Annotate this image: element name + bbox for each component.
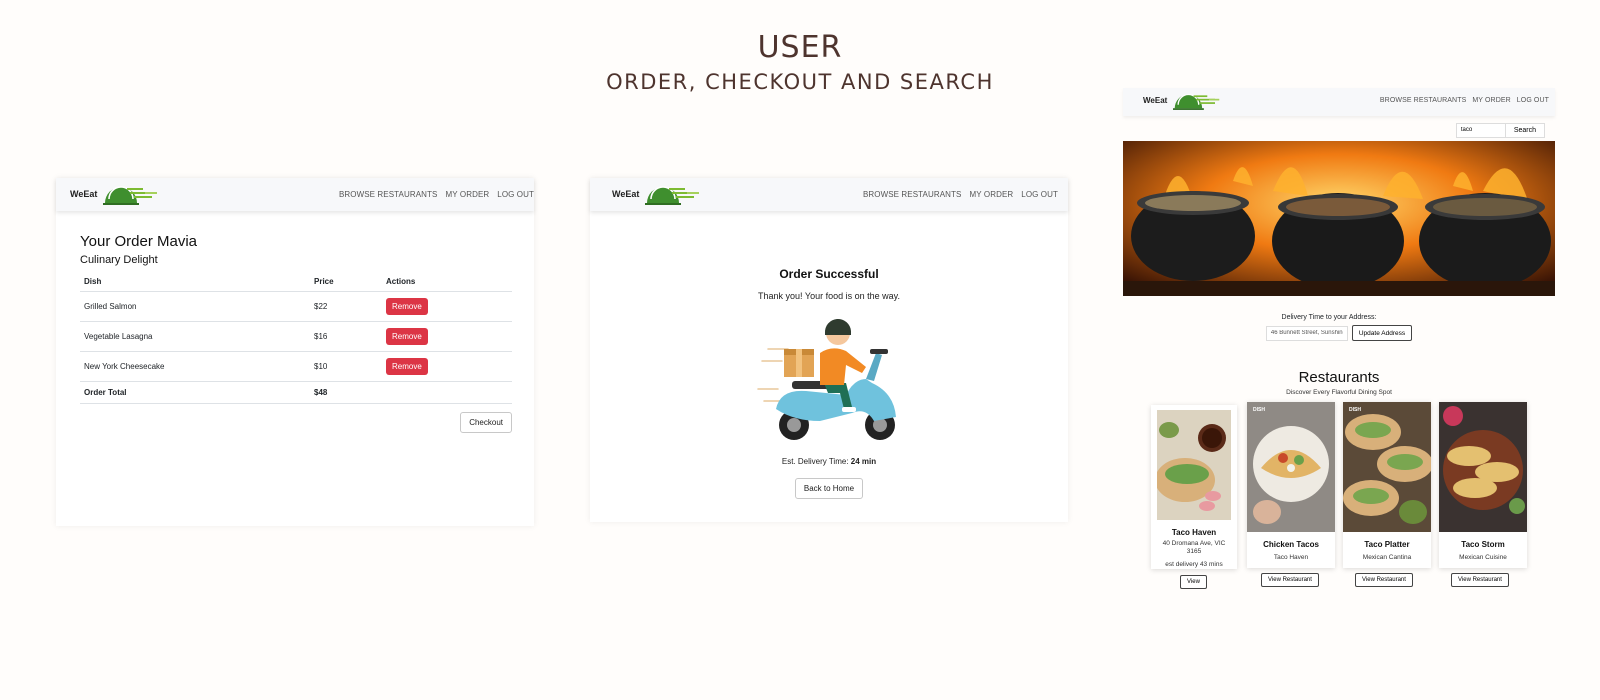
dish-tag: DISH: [1349, 407, 1361, 413]
dish-name: Vegetable Lasagna: [80, 321, 310, 352]
search-input[interactable]: [1455, 122, 1506, 138]
nav-log-out[interactable]: LOG OUT: [1021, 190, 1058, 199]
restaurant-results: Taco Haven 40 Dromana Ave, VIC 3165 est …: [1123, 402, 1555, 602]
restaurant-card[interactable]: Taco Storm Mexican Cuisine: [1439, 402, 1527, 568]
col-actions: Actions: [382, 272, 512, 292]
success-title: Order Successful: [779, 267, 879, 281]
nav-links: BROWSE RESTAURANTS MY ORDER LOG OUT: [1380, 97, 1549, 104]
delivery-scooter-illustration: [754, 309, 904, 447]
card-restaurant: Mexican Cantina: [1362, 554, 1412, 561]
dish-tag: DISH: [1253, 407, 1265, 413]
brand[interactable]: WeEat: [1143, 90, 1221, 111]
chicken-tacos-image: DISH: [1247, 402, 1335, 532]
nav-links: BROWSE RESTAURANTS MY ORDER LOG OUT: [339, 190, 534, 199]
nav-browse-restaurants[interactable]: BROWSE RESTAURANTS: [339, 190, 438, 199]
address-row: Update Address: [1123, 325, 1555, 341]
nav-my-order[interactable]: MY ORDER: [970, 190, 1014, 199]
navbar: WeEat BROWSE RESTAURANTS MY ORDER LOG OU…: [590, 178, 1068, 211]
success-message: Thank you! Your food is on the way.: [758, 291, 900, 301]
nav-my-order[interactable]: MY ORDER: [1472, 97, 1510, 104]
delivery-time-label: Delivery Time to your Address:: [1281, 314, 1377, 321]
order-total-value: $48: [310, 381, 382, 404]
card-title: Taco Platter: [1364, 540, 1410, 549]
card-delivery-estimate: est delivery 43 mins: [1165, 561, 1223, 568]
eta-value: 24 min: [850, 457, 877, 466]
card-title: Taco Haven: [1171, 528, 1217, 537]
view-button[interactable]: View: [1180, 575, 1207, 589]
order-total-label: Order Total: [80, 381, 310, 404]
update-address-button[interactable]: Update Address: [1351, 325, 1413, 341]
card-restaurant: Taco Haven: [1273, 554, 1309, 561]
dish-price: $16: [310, 321, 382, 352]
card-cuisine: Mexican Cuisine: [1459, 554, 1507, 561]
restaurant-card[interactable]: Taco Haven 40 Dromana Ave, VIC 3165 est …: [1151, 405, 1237, 569]
nav-log-out[interactable]: LOG OUT: [497, 190, 534, 199]
nav-my-order[interactable]: MY ORDER: [446, 190, 490, 199]
col-price: Price: [310, 272, 382, 292]
remove-button[interactable]: Remove: [386, 328, 428, 345]
table-row: Vegetable Lasagna $16 Remove: [80, 321, 512, 352]
search-screen: WeEat BROWSE RESTAURANTS MY ORDER LOG OU…: [1123, 88, 1555, 628]
weeat-logo-icon: [645, 182, 701, 206]
weeat-logo-icon: [1173, 90, 1221, 111]
nav-log-out[interactable]: LOG OUT: [1517, 97, 1549, 104]
view-restaurant-button[interactable]: View Restaurant: [1355, 573, 1413, 587]
order-restaurant-name: Culinary Delight: [80, 254, 158, 266]
dish-name: Grilled Salmon: [80, 291, 310, 322]
brand[interactable]: WeEat: [70, 182, 159, 206]
search-button[interactable]: Search: [1505, 122, 1545, 138]
view-restaurant-button[interactable]: View Restaurant: [1451, 573, 1509, 587]
remove-button[interactable]: Remove: [386, 298, 428, 315]
taco-platter-image: DISH: [1343, 402, 1431, 532]
checkout-button[interactable]: Checkout: [460, 412, 512, 433]
nav-browse-restaurants[interactable]: BROWSE RESTAURANTS: [863, 190, 962, 199]
address-input[interactable]: [1265, 325, 1348, 341]
dish-name: New York Cheesecake: [80, 351, 310, 382]
page-title: USER: [757, 30, 843, 65]
restaurants-heading: Restaurants: [1298, 369, 1380, 386]
order-table: Dish Price Actions Grilled Salmon $22 Re…: [80, 272, 512, 404]
brand[interactable]: WeEat: [612, 182, 701, 206]
order-screen: WeEat BROWSE RESTAURANTS MY ORDER LOG OU…: [56, 178, 534, 526]
col-dish: Dish: [80, 272, 310, 292]
estimated-delivery: Est. Delivery Time: 24 min: [590, 457, 1068, 466]
table-row: Grilled Salmon $22 Remove: [80, 291, 512, 322]
navbar: WeEat BROWSE RESTAURANTS MY ORDER LOG OU…: [56, 178, 534, 211]
brand-name: WeEat: [70, 189, 98, 199]
order-heading: Your Order Mavia: [80, 233, 197, 250]
restaurants-subheading: Discover Every Flavorful Dining Spot: [1286, 389, 1392, 396]
search-bar: Search: [1123, 119, 1555, 141]
view-restaurant-button[interactable]: View Restaurant: [1261, 573, 1319, 587]
remove-button[interactable]: Remove: [386, 358, 428, 375]
order-total-row: Order Total $48: [80, 381, 512, 404]
dish-price: $22: [310, 291, 382, 322]
weeat-logo-icon: [103, 182, 159, 206]
card-title: Chicken Tacos: [1263, 540, 1319, 549]
taco-storm-image: [1439, 402, 1527, 532]
brand-name: WeEat: [1143, 96, 1168, 105]
taco-haven-food-image: [1157, 410, 1231, 520]
nav-browse-restaurants[interactable]: BROWSE RESTAURANTS: [1380, 97, 1466, 104]
restaurant-card[interactable]: DISH Taco Platter Mexican Cantina: [1343, 402, 1431, 568]
nav-links: BROWSE RESTAURANTS MY ORDER LOG OUT: [863, 190, 1058, 199]
card-title: Taco Storm: [1461, 540, 1505, 549]
order-success-screen: WeEat BROWSE RESTAURANTS MY ORDER LOG OU…: [590, 178, 1068, 522]
dish-price: $10: [310, 351, 382, 382]
restaurant-card[interactable]: DISH Chicken Tacos Taco Haven: [1247, 402, 1335, 568]
back-to-home-button[interactable]: Back to Home: [794, 478, 864, 499]
navbar: WeEat BROWSE RESTAURANTS MY ORDER LOG OU…: [1123, 88, 1555, 116]
eta-label: Est. Delivery Time:: [781, 457, 849, 466]
table-row: New York Cheesecake $10 Remove: [80, 351, 512, 382]
hero-banner-cooking-pots: [1123, 141, 1555, 296]
card-address: 40 Dromana Ave, VIC 3165: [1162, 540, 1226, 555]
brand-name: WeEat: [612, 189, 640, 199]
